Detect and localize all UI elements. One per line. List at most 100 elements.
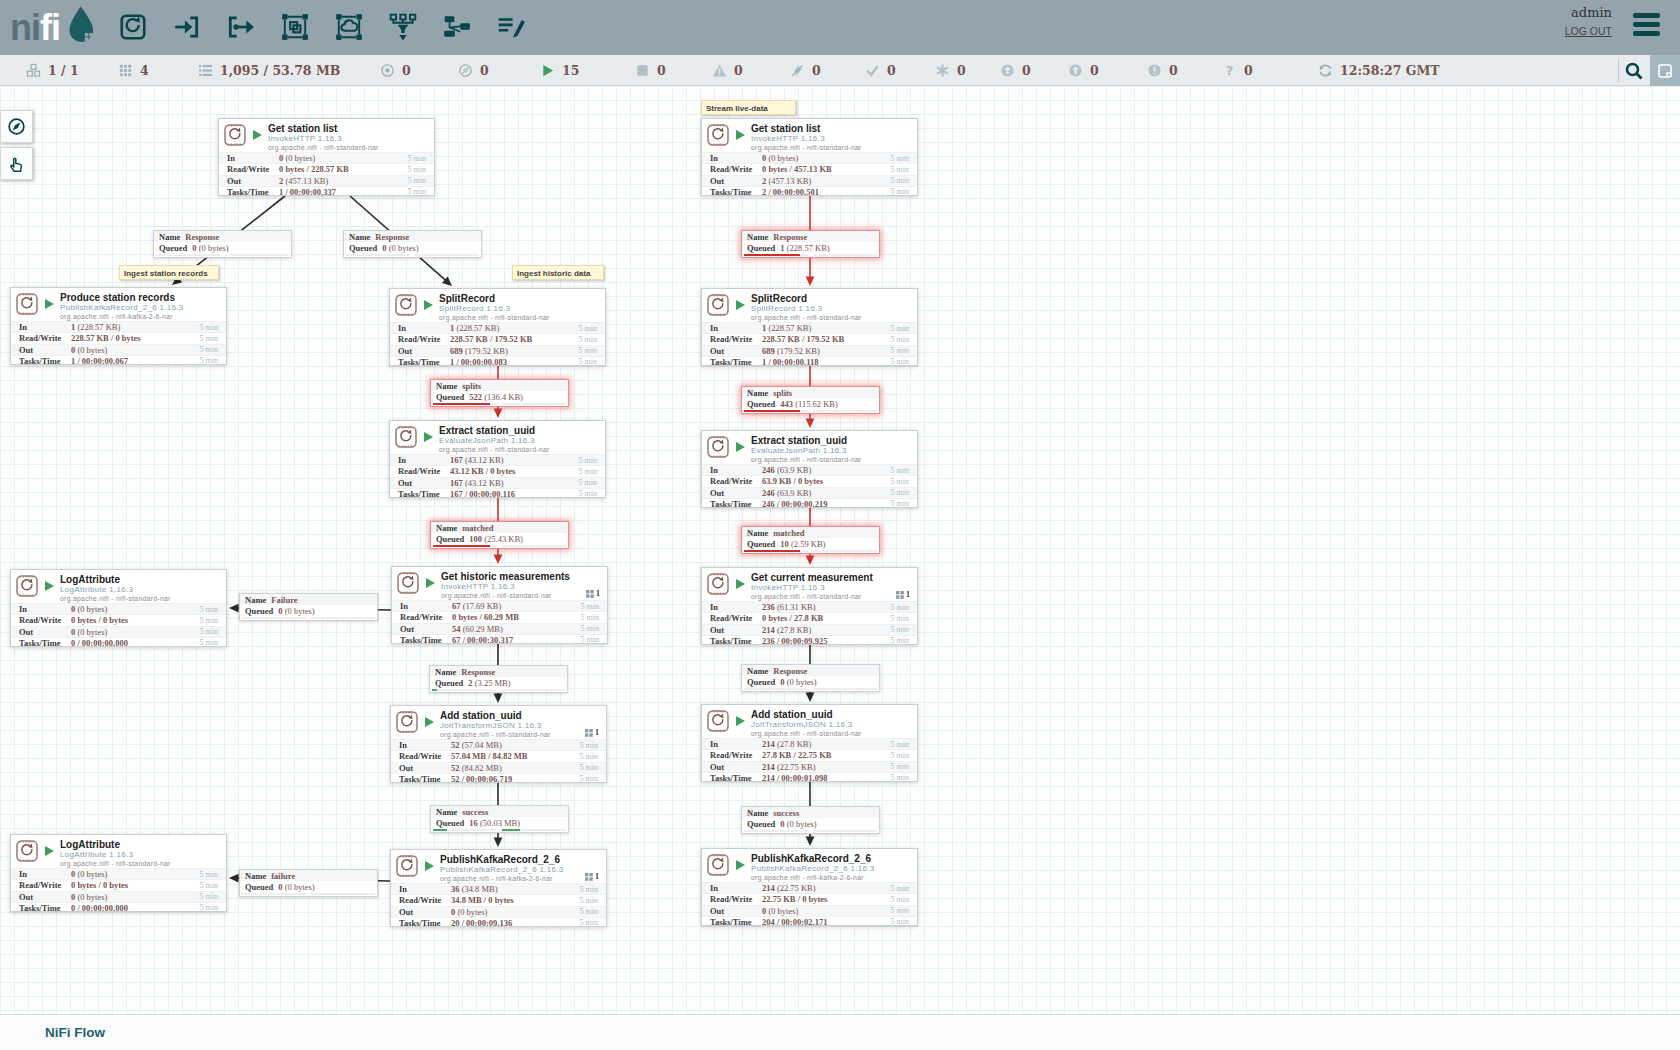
navigate-palette-button[interactable] — [0, 110, 33, 143]
connection-name-row: Name Response — [154, 231, 291, 242]
stat-label: Read/Write — [398, 334, 450, 344]
input-port-icon-button[interactable] — [172, 12, 202, 46]
processor-extract-station-uuid-live[interactable]: Extract station_uuid EvaluateJsonPath 1.… — [701, 430, 918, 508]
processor-add-station-uuid-historic[interactable]: Add station_uuid JoltTransformJSON 1.16.… — [390, 705, 607, 783]
connection-label-response-left-2[interactable]: Name Response Queued 0 (0 bytes) — [343, 230, 482, 258]
stat-row: In 0 (0 bytes) 5 min — [11, 603, 226, 614]
stale-icon — [1000, 63, 1015, 78]
connection-queued-key: Queued — [747, 819, 775, 829]
canvas-label[interactable]: Ingest historic data — [512, 265, 604, 280]
logout-link[interactable]: LOG OUT — [1565, 25, 1612, 37]
connection-label-matched-live[interactable]: Name matched Queued 10 (2.59 KB) — [741, 526, 880, 554]
run-status-icon — [425, 717, 434, 727]
stat-label: Out — [710, 906, 762, 916]
stat-row: Read/Write 57.04 MB / 84.82 MB 5 min — [391, 750, 606, 761]
connection-label-success-live[interactable]: Name success Queued 0 (0 bytes) — [741, 806, 880, 834]
flow-canvas[interactable]: Stream live-data Ingest station records In… — [0, 86, 1680, 1014]
processor-add-station-uuid-live[interactable]: Add station_uuid JoltTransformJSON 1.16.… — [701, 704, 918, 782]
stat-window: 5 min — [200, 627, 218, 636]
stat-label: Read/Write — [19, 615, 71, 625]
processor-get-current-measurement[interactable]: Get current measurement InvokeHTTP 1.16.… — [701, 567, 918, 645]
template-icon-button[interactable] — [442, 12, 472, 46]
stat-row: In 0 (0 bytes) 5 min — [219, 152, 434, 163]
status-value: 0 — [957, 63, 966, 78]
stat-window: 5 min — [200, 881, 218, 890]
connection-label-splits-live[interactable]: Name splits Queued 443 (115.62 KB) — [741, 386, 880, 414]
stat-value: 0 bytes / 27.8 KB — [762, 613, 891, 623]
connection-label-response-live[interactable]: Name Response Queued 1 (228.57 KB) — [741, 230, 880, 258]
stat-row: Out 52 (84.82 MB) 5 min — [391, 762, 606, 773]
stat-value: 0 (0 bytes) — [279, 153, 408, 163]
canvas-label[interactable]: Stream live-data — [701, 100, 796, 115]
processor-stats: In 1 (228.57 KB) 5 min Read/Write 228.57… — [11, 321, 226, 366]
remote-process-group-icon-button[interactable] — [334, 12, 364, 46]
connection-label-splits-historic[interactable]: Name splits Queued 522 (136.4 KB) — [430, 379, 569, 407]
processor-stats: In 52 (57.04 MB) 5 min Read/Write 57.04 … — [391, 739, 606, 784]
connection-label-response-live-2[interactable]: Name Response Queued 0 (0 bytes) — [741, 664, 880, 692]
connection-label-failure-historic[interactable]: Name Failure Queued 0 (0 bytes) — [239, 593, 378, 621]
backpressure-bars — [433, 828, 566, 832]
stat-row: Tasks/Time 214 / 00:00:01.098 5 min — [702, 772, 917, 783]
active-threads-badge: 1 — [585, 872, 599, 881]
stat-row: Out 214 (22.75 KB) 5 min — [702, 761, 917, 772]
stat-row: Read/Write 0 bytes / 27.8 KB 5 min — [702, 612, 917, 623]
stat-value: 20 / 00:00:09.136 — [451, 918, 580, 928]
process-group-icon-button[interactable] — [280, 12, 310, 46]
connection-queued-row: Queued 0 (0 bytes) — [742, 818, 879, 829]
stat-window: 5 min — [200, 870, 218, 879]
processor-name: Extract station_uuid — [751, 435, 847, 446]
processor-name: Add station_uuid — [751, 709, 833, 720]
output-port-icon-button[interactable] — [226, 12, 256, 46]
canvas-label[interactable]: Ingest station records — [119, 265, 219, 280]
connection-label-failure-publish[interactable]: Name failure Queued 0 (0 bytes) — [239, 869, 378, 897]
connection-name-value: Response — [461, 667, 495, 677]
processor-type: JoltTransformJSON 1.16.3 — [751, 720, 853, 729]
operate-palette-button[interactable] — [0, 147, 33, 180]
breadcrumb[interactable]: NiFi Flow — [45, 1025, 105, 1040]
processor-type-icon — [707, 436, 729, 458]
nifi-logo: nifi — [10, 4, 100, 52]
processor-produce-station-records[interactable]: Produce station records PublishKafkaReco… — [10, 287, 227, 365]
processor-publishkafka-historic[interactable]: PublishKafkaRecord_2_6 PublishKafkaRecor… — [390, 849, 607, 927]
stat-row: Tasks/Time 1 / 00:00:00.067 5 min — [11, 355, 226, 366]
label-icon-button[interactable] — [496, 12, 526, 46]
processor-stats: In 0 (0 bytes) 5 min Read/Write 0 bytes … — [219, 152, 434, 197]
status-value: 0 — [657, 63, 666, 78]
stat-label: Out — [19, 345, 71, 355]
processor-get-station-list-left[interactable]: Get station list InvokeHTTP 1.16.3 org.a… — [218, 118, 435, 196]
stat-window: 5 min — [408, 165, 426, 174]
connection-label-response-historic[interactable]: Name Response Queued 2 (3.25 MB) — [429, 665, 568, 693]
processor-extract-station-uuid-historic[interactable]: Extract station_uuid EvaluateJsonPath 1.… — [389, 420, 606, 498]
stat-row: Read/Write 0 bytes / 0 bytes 5 min — [11, 614, 226, 625]
stat-label: Tasks/Time — [398, 489, 450, 499]
global-menu-button[interactable] — [1633, 13, 1660, 40]
stat-value: 27.8 KB / 22.75 KB — [762, 750, 891, 760]
processor-logattribute-failure-2[interactable]: LogAttribute LogAttribute 1.16.3 org.apa… — [10, 834, 227, 912]
backpressure-bars — [433, 402, 566, 406]
funnel-icon-button[interactable] — [388, 12, 418, 46]
connection-label-matched-historic[interactable]: Name matched Queued 100 (25.43 KB) — [430, 521, 569, 549]
stat-label: Out — [398, 478, 450, 488]
run-status-icon — [736, 130, 745, 140]
stopped-icon — [635, 63, 650, 78]
processor-logattribute-failure[interactable]: LogAttribute LogAttribute 1.16.3 org.apa… — [10, 569, 227, 647]
processor-splitrecord-historic[interactable]: SplitRecord SplitRecord 1.16.3 org.apach… — [389, 288, 606, 366]
stat-value: 214 (27.8 KB) — [762, 625, 891, 635]
processor-name: PublishKafkaRecord_2_6 — [440, 854, 560, 865]
stat-value: 236 / 00:00:09.925 — [762, 636, 891, 646]
processor-splitrecord-live[interactable]: SplitRecord SplitRecord 1.16.3 org.apach… — [701, 288, 918, 366]
stat-window: 5 min — [891, 614, 909, 623]
stat-window: 5 min — [200, 605, 218, 614]
processor-publishkafka-live[interactable]: PublishKafkaRecord_2_6 PublishKafkaRecor… — [701, 848, 918, 926]
refresh-icon[interactable] — [1318, 63, 1333, 78]
stat-row: Out 689 (179.52 KB) 5 min — [390, 345, 605, 356]
processor-get-station-list-right[interactable]: Get station list InvokeHTTP 1.16.3 org.a… — [701, 118, 918, 196]
processor-get-historic-measurements[interactable]: Get historic measurements InvokeHTTP 1.1… — [391, 566, 608, 644]
connection-label-success-historic[interactable]: Name success Queued 16 (50.03 MB) — [430, 805, 569, 833]
panel-toggle-button[interactable] — [1650, 55, 1680, 86]
connection-label-response-left-1[interactable]: Name Response Queued 0 (0 bytes) — [153, 230, 292, 258]
stat-value: 2 (457.13 KB) — [279, 176, 408, 186]
stat-window: 5 min — [408, 154, 426, 163]
search-button[interactable] — [1624, 61, 1644, 81]
processor-icon-button[interactable] — [118, 12, 148, 46]
